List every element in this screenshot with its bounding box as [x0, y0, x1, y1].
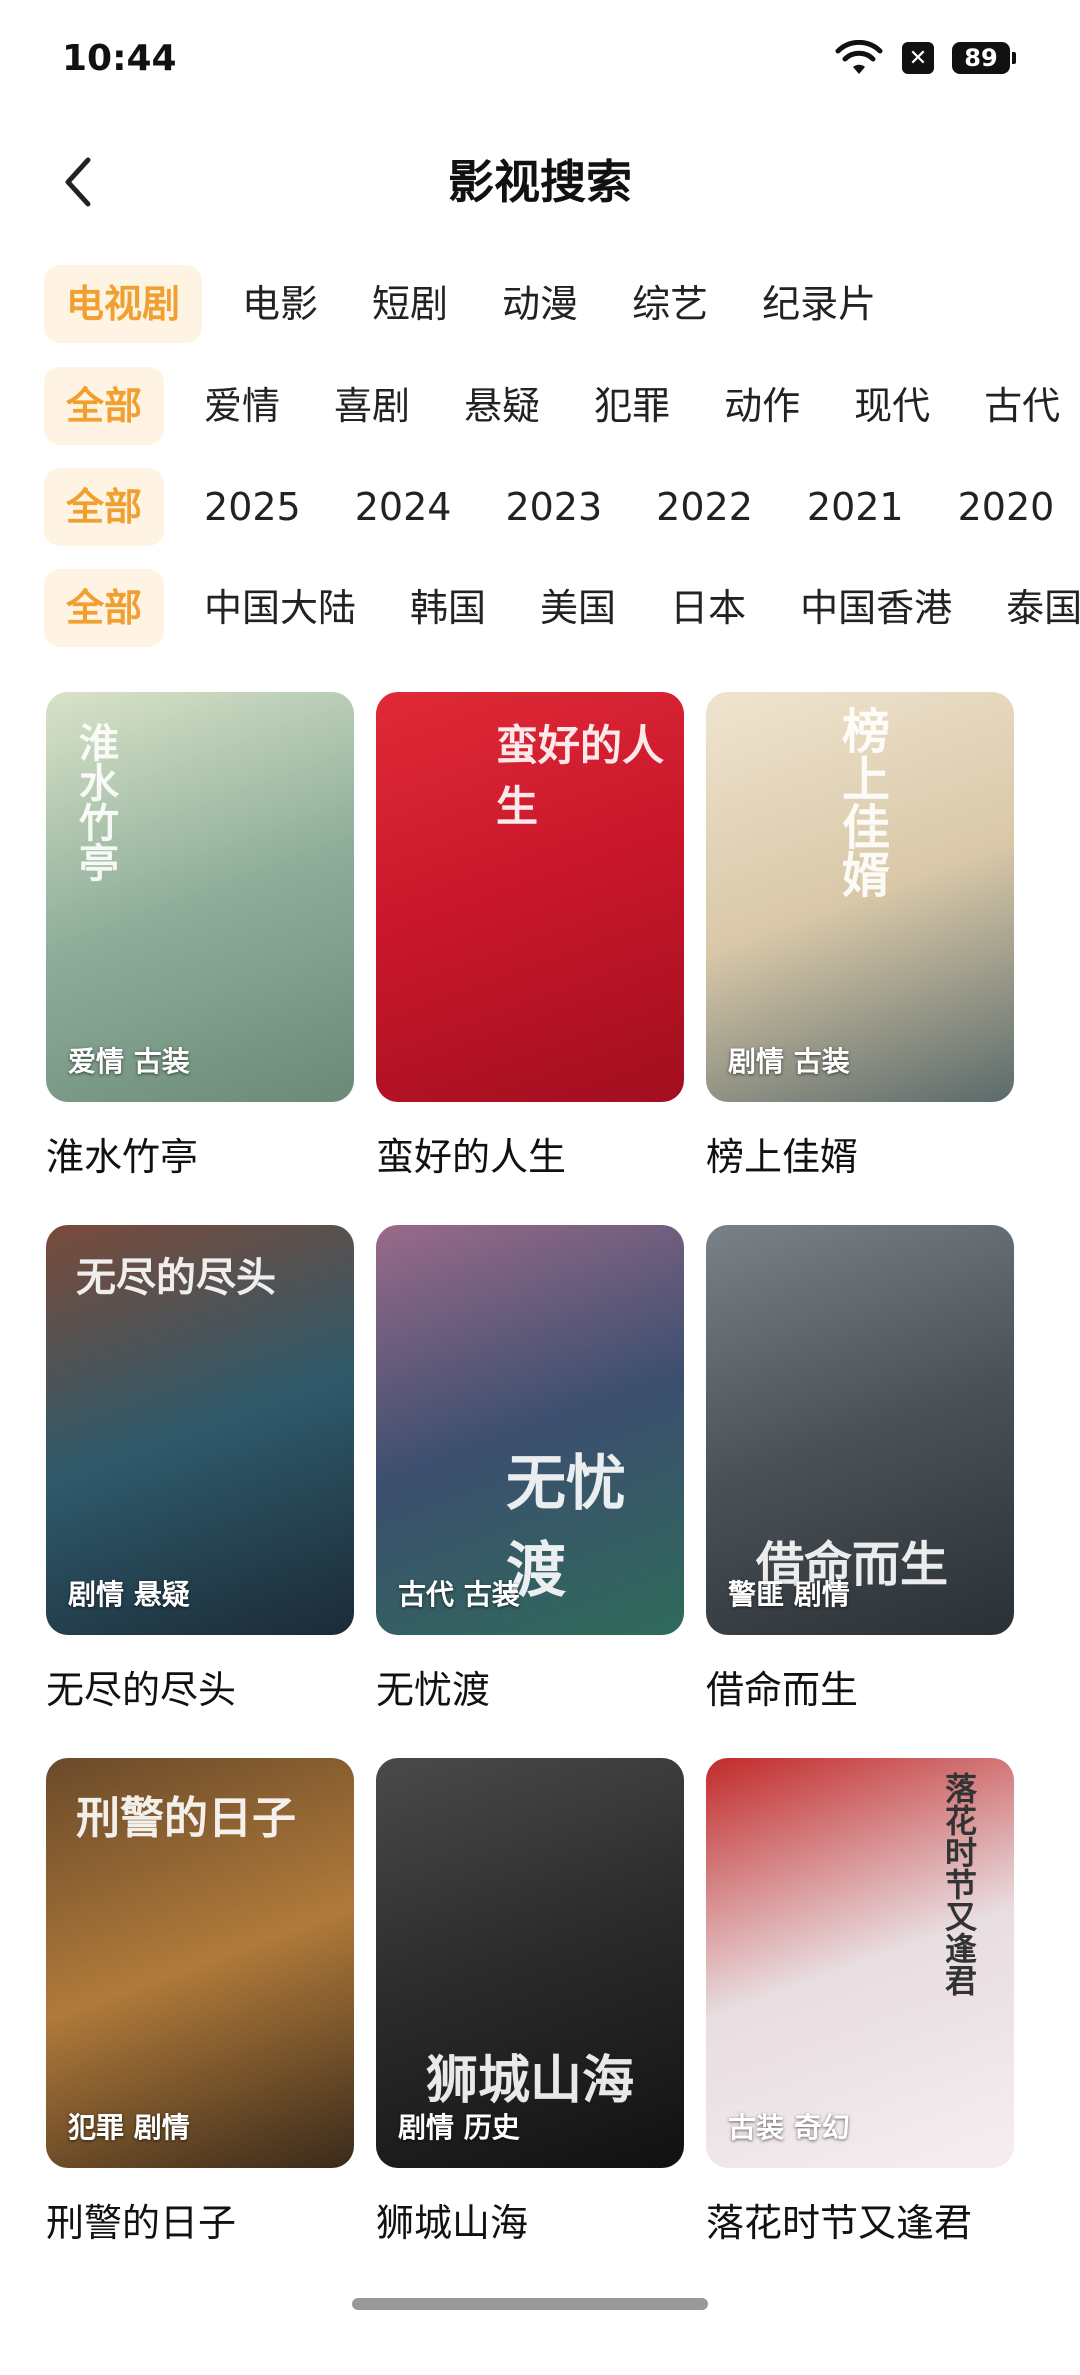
- status-time: 10:44: [62, 38, 177, 79]
- show-title[interactable]: 无忧渡: [376, 1659, 684, 1714]
- chip-type[interactable]: 动漫: [488, 265, 592, 343]
- chip-year[interactable]: 2024: [341, 468, 466, 546]
- show-title[interactable]: 蛮好的人生: [376, 1126, 684, 1181]
- poster-title-art: 蛮好的人生: [496, 721, 665, 831]
- chip-genre[interactable]: 动作: [710, 367, 814, 445]
- show-card[interactable]: 无忧渡 古代 古装 无忧渡: [376, 1225, 684, 1714]
- status-bar: 10:44 ✕ 89: [0, 0, 1080, 120]
- show-title[interactable]: 榜上佳婿: [706, 1126, 1014, 1181]
- genre-tag: 警匪 剧情: [728, 1578, 850, 1611]
- chip-region[interactable]: 中国大陆: [190, 569, 370, 647]
- genre-tag: 剧情 古装: [728, 1045, 850, 1078]
- chip-genre[interactable]: 现代: [840, 367, 944, 445]
- genre-tag: 剧情 悬疑: [68, 1578, 190, 1611]
- genre-tag: 犯罪 剧情: [68, 2111, 190, 2144]
- chip-region[interactable]: 日本: [656, 569, 760, 647]
- battery-icon: 89: [952, 42, 1016, 74]
- filter-row-genre: 全部 爱情 喜剧 悬疑 犯罪 动作 现代 古代: [44, 366, 1080, 446]
- chip-genre[interactable]: 古代: [970, 367, 1074, 445]
- page-title: 影视搜索: [448, 155, 632, 209]
- chip-type[interactable]: 电影: [228, 265, 332, 343]
- chip-region[interactable]: 中国香港: [786, 569, 966, 647]
- genre-tag: 古代 古装: [398, 1578, 520, 1611]
- chip-genre[interactable]: 爱情: [190, 367, 294, 445]
- show-card[interactable]: 落花时节又逢君 古装 奇幻 落花时节又逢君: [706, 1758, 1014, 2247]
- poster-title-art: 无尽的尽头: [76, 1254, 276, 1301]
- show-poster[interactable]: 刑警的日子 犯罪 剧情: [46, 1758, 354, 2168]
- chip-year[interactable]: 2020: [944, 468, 1069, 546]
- chip-genre[interactable]: 全部: [44, 367, 165, 445]
- poster-title-art: 无忧渡: [506, 1449, 626, 1606]
- show-poster[interactable]: 淮水竹亭 爱情 古装: [46, 692, 354, 1102]
- chip-year[interactable]: 2025: [190, 468, 315, 546]
- poster-title-art: 狮城山海: [426, 2050, 635, 2111]
- poster-title-art: 刑警的日子: [76, 1793, 296, 1844]
- show-title[interactable]: 落花时节又逢君: [706, 2192, 1014, 2247]
- genre-tag: 爱情 古装: [68, 1045, 190, 1078]
- filter-row-year: 全部 2025 2024 2023 2022 2021 2020 201: [44, 467, 1080, 547]
- show-title[interactable]: 刑警的日子: [46, 2192, 354, 2247]
- show-poster[interactable]: 榜上佳婿 剧情 古装: [706, 692, 1014, 1102]
- chip-type[interactable]: 纪录片: [748, 265, 890, 343]
- poster-title-art: 淮水竹亭: [72, 722, 119, 882]
- chip-type[interactable]: 短剧: [358, 265, 462, 343]
- header: 影视搜索: [0, 140, 1080, 230]
- show-card[interactable]: 狮城山海 剧情 历史 狮城山海: [376, 1758, 684, 2247]
- show-poster[interactable]: 狮城山海 剧情 历史: [376, 1758, 684, 2168]
- home-indicator[interactable]: [352, 2298, 708, 2310]
- show-card[interactable]: 借命而生 警匪 剧情 借命而生: [706, 1225, 1014, 1714]
- poster-title-art: 落花时节又逢君: [940, 1772, 978, 1996]
- show-poster[interactable]: 无忧渡 古代 古装: [376, 1225, 684, 1635]
- chip-year[interactable]: 全部: [44, 468, 165, 546]
- notification-x-icon: ✕: [902, 42, 934, 74]
- show-title[interactable]: 借命而生: [706, 1659, 1014, 1714]
- show-poster[interactable]: 蛮好的人生: [376, 692, 684, 1102]
- show-card[interactable]: 无尽的尽头 剧情 悬疑 无尽的尽头: [46, 1225, 354, 1714]
- chip-region[interactable]: 美国: [526, 569, 630, 647]
- poster-title-art: 榜上佳婿: [833, 706, 889, 898]
- status-icons: ✕ 89: [834, 40, 1016, 76]
- chip-year[interactable]: 2021: [793, 468, 918, 546]
- chip-genre[interactable]: 悬疑: [450, 367, 554, 445]
- show-card[interactable]: 蛮好的人生 蛮好的人生: [376, 692, 684, 1181]
- chip-genre[interactable]: 犯罪: [580, 367, 684, 445]
- chip-year[interactable]: 2023: [491, 468, 616, 546]
- show-title[interactable]: 无尽的尽头: [46, 1659, 354, 1714]
- show-title[interactable]: 狮城山海: [376, 2192, 684, 2247]
- chip-genre[interactable]: 喜剧: [320, 367, 424, 445]
- wifi-icon: [835, 40, 883, 74]
- show-poster[interactable]: 落花时节又逢君 古装 奇幻: [706, 1758, 1014, 2168]
- filter-row-region: 全部 中国大陆 韩国 美国 日本 中国香港 泰国: [44, 568, 1080, 648]
- chip-region[interactable]: 韩国: [396, 569, 500, 647]
- show-card[interactable]: 淮水竹亭 爱情 古装 淮水竹亭: [46, 692, 354, 1181]
- filter-row-type: 电视剧 电影 短剧 动漫 综艺 纪录片: [44, 264, 1080, 344]
- show-poster[interactable]: 借命而生 警匪 剧情: [706, 1225, 1014, 1635]
- show-card[interactable]: 刑警的日子 犯罪 剧情 刑警的日子: [46, 1758, 354, 2247]
- genre-tag: 剧情 历史: [398, 2111, 520, 2144]
- genre-tag: 古装 奇幻: [728, 2111, 850, 2144]
- chip-region[interactable]: 全部: [44, 569, 165, 647]
- chip-type[interactable]: 电视剧: [44, 265, 203, 343]
- chip-year[interactable]: 2022: [642, 468, 767, 546]
- show-card[interactable]: 榜上佳婿 剧情 古装 榜上佳婿: [706, 692, 1014, 1181]
- chip-type[interactable]: 综艺: [618, 265, 722, 343]
- show-title[interactable]: 淮水竹亭: [46, 1126, 354, 1181]
- chip-region[interactable]: 泰国: [992, 569, 1080, 647]
- show-poster[interactable]: 无尽的尽头 剧情 悬疑: [46, 1225, 354, 1635]
